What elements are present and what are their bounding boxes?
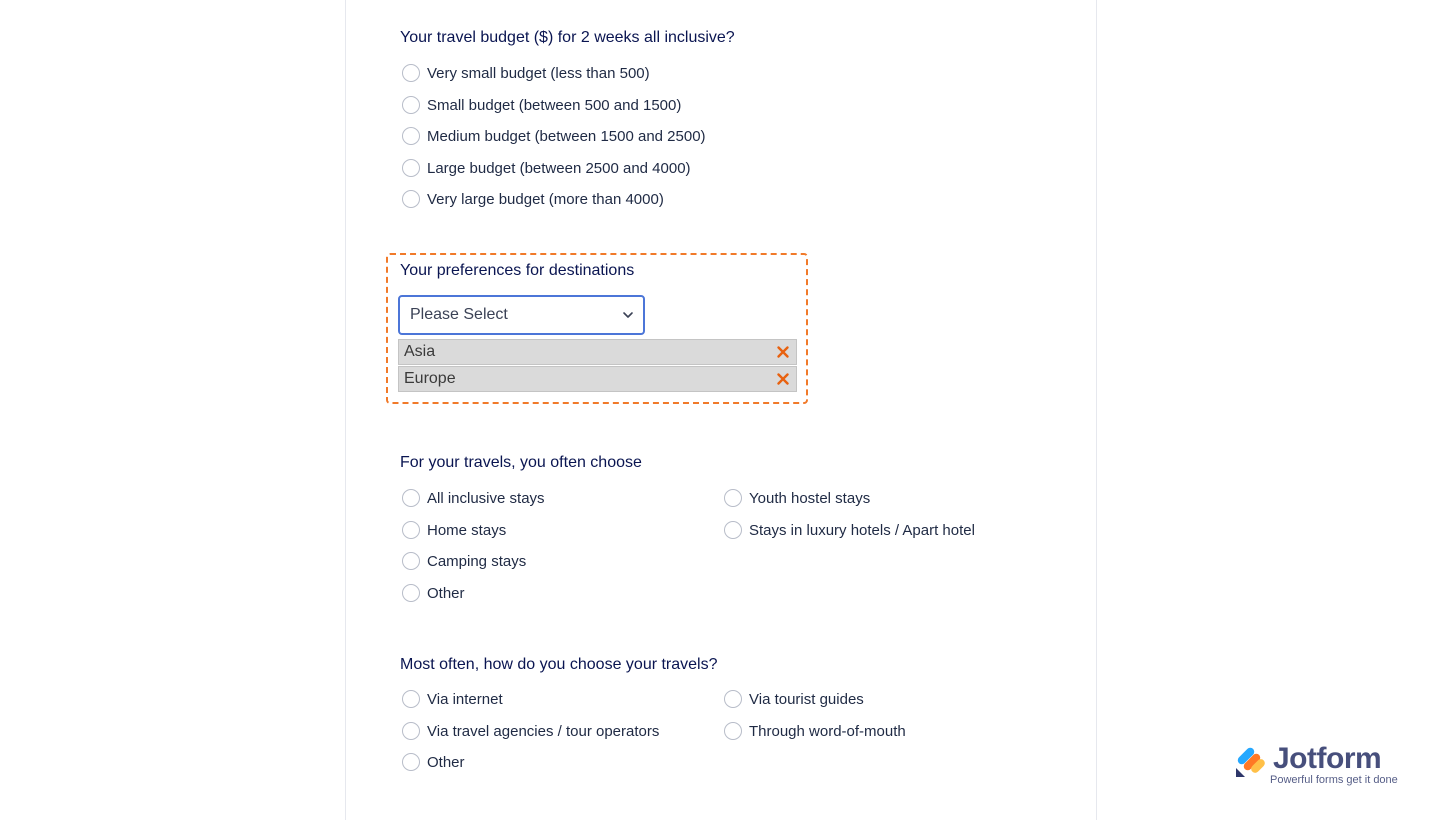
brand-tagline: Powerful forms get it done (1270, 774, 1398, 786)
radio-option-label: Large budget (between 2500 and 4000) (427, 159, 691, 177)
selected-tag-europe: Europe (398, 366, 797, 392)
radio-option-stays-other[interactable]: Other (400, 581, 465, 605)
radio-option-luxury-hotels[interactable]: Stays in luxury hotels / Apart hotel (722, 518, 975, 542)
radio-button[interactable] (402, 521, 420, 539)
question-budget-label: Your travel budget ($) for 2 weeks all i… (400, 29, 735, 46)
radio-option-label: Via travel agencies / tour operators (427, 722, 660, 740)
radio-option-budget-medium[interactable]: Medium budget (between 1500 and 2500) (400, 124, 706, 148)
radio-button[interactable] (402, 552, 420, 570)
radio-button[interactable] (402, 584, 420, 602)
radio-option-all-inclusive[interactable]: All inclusive stays (400, 486, 545, 510)
radio-option-label: Small budget (between 500 and 1500) (427, 96, 682, 114)
radio-button[interactable] (402, 127, 420, 145)
radio-button[interactable] (724, 722, 742, 740)
question-destinations-label: Your preferences for destinations (400, 262, 635, 279)
tag-label: Europe (404, 370, 456, 387)
radio-button[interactable] (402, 96, 420, 114)
radio-button[interactable] (402, 190, 420, 208)
radio-button[interactable] (402, 722, 420, 740)
selected-tag-asia: Asia (398, 339, 797, 365)
radio-option-word-of-mouth[interactable]: Through word-of-mouth (722, 719, 906, 743)
radio-option-label: Via internet (427, 690, 503, 708)
select-value: Please Select (410, 306, 508, 323)
radio-option-travel-agencies[interactable]: Via travel agencies / tour operators (400, 719, 659, 743)
brand-name: Jotform (1273, 742, 1382, 775)
radio-option-budget-very-small[interactable]: Very small budget (less than 500) (400, 61, 650, 85)
radio-button[interactable] (724, 690, 742, 708)
radio-option-label: Other (427, 584, 465, 602)
radio-option-label: Other (427, 753, 465, 771)
radio-option-budget-very-large[interactable]: Very large budget (more than 4000) (400, 187, 664, 211)
radio-button[interactable] (402, 159, 420, 177)
radio-option-label: Stays in luxury hotels / Apart hotel (749, 521, 975, 539)
radio-option-tourist-guides[interactable]: Via tourist guides (722, 687, 864, 711)
radio-button[interactable] (402, 753, 420, 771)
radio-option-youth-hostel[interactable]: Youth hostel stays (722, 486, 870, 510)
radio-option-label: Via tourist guides (749, 690, 864, 708)
chevron-down-icon (623, 312, 633, 318)
radio-option-label: Very large budget (more than 4000) (427, 190, 664, 208)
radio-option-label: All inclusive stays (427, 489, 545, 507)
radio-option-label: Camping stays (427, 552, 527, 570)
radio-button[interactable] (724, 521, 742, 539)
radio-button[interactable] (402, 64, 420, 82)
radio-option-home-stays[interactable]: Home stays (400, 518, 506, 542)
close-icon[interactable] (776, 372, 790, 386)
radio-option-label: Youth hostel stays (749, 489, 871, 507)
question-choose-label: Most often, how do you choose your trave… (400, 656, 718, 673)
radio-option-budget-small[interactable]: Small budget (between 500 and 1500) (400, 93, 681, 117)
radio-option-choose-other[interactable]: Other (400, 750, 465, 774)
radio-option-label: Through word-of-mouth (749, 722, 906, 740)
radio-option-label: Home stays (427, 521, 507, 539)
radio-option-label: Very small budget (less than 500) (427, 64, 650, 82)
close-icon[interactable] (776, 345, 790, 359)
radio-button[interactable] (724, 489, 742, 507)
radio-button[interactable] (402, 690, 420, 708)
radio-option-budget-large[interactable]: Large budget (between 2500 and 4000) (400, 156, 691, 180)
jotform-brand-badge[interactable]: Jotform Powerful forms get it done (1233, 742, 1408, 790)
destinations-select[interactable]: Please Select (398, 295, 645, 335)
tag-label: Asia (404, 343, 436, 360)
radio-option-camping[interactable]: Camping stays (400, 549, 526, 573)
question-stays-label: For your travels, you often choose (400, 454, 642, 471)
radio-option-label: Medium budget (between 1500 and 2500) (427, 127, 706, 145)
jotform-logo-icon (1236, 747, 1265, 777)
radio-option-internet[interactable]: Via internet (400, 687, 503, 711)
radio-button[interactable] (402, 489, 420, 507)
